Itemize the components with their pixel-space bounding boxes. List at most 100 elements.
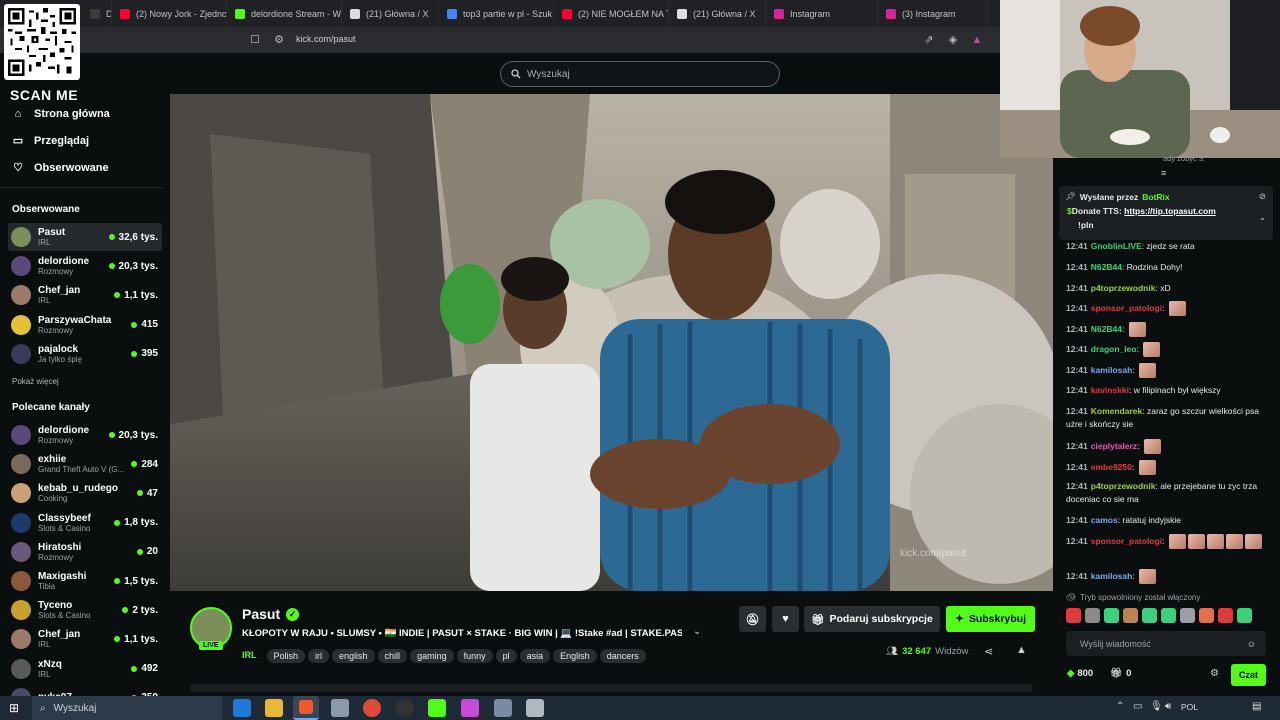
emote-icon[interactable] xyxy=(1199,608,1214,623)
channel-name[interactable]: Pasut xyxy=(242,606,280,622)
nav-following[interactable]: ♡ Obserwowane xyxy=(12,162,109,174)
emote-icon[interactable] xyxy=(1161,608,1176,623)
browser-tab[interactable]: (2) NIE MOGŁEM NA T xyxy=(554,0,669,27)
gifts-value[interactable]: 0 xyxy=(1126,668,1131,679)
message-user[interactable]: N62B44 xyxy=(1091,262,1122,272)
notifications-icon[interactable]: ▤ xyxy=(1252,701,1261,712)
emote-icon[interactable] xyxy=(1104,608,1119,623)
sidebar-channel[interactable]: xNzq IRL 492 xyxy=(8,655,162,683)
sidebar-channel[interactable]: delordione Rozmowy 20,3 tys. xyxy=(8,252,162,280)
emote-icon[interactable] xyxy=(1237,608,1252,623)
app-icon-2[interactable] xyxy=(461,699,479,717)
pinned-link[interactable]: https://tip.topasut.com xyxy=(1124,206,1216,216)
message-user[interactable]: cieplytalerz xyxy=(1091,441,1137,451)
browser-tab[interactable]: (21) Główna / X xyxy=(669,0,766,27)
message-user[interactable]: sponsor_patologi xyxy=(1091,536,1162,546)
send-chat-button[interactable]: Czat xyxy=(1231,664,1266,686)
nav-browse[interactable]: ▭ Przeglądaj xyxy=(12,135,89,147)
points-value[interactable]: 800 xyxy=(1077,668,1093,679)
stream-tag[interactable]: asia xyxy=(519,649,551,663)
pinned-by-user[interactable]: BotRix xyxy=(1142,192,1169,202)
sidebar-channel[interactable]: Chef_jan IRL 1,1 tys. xyxy=(8,625,162,653)
sidebar-channel[interactable]: Hiratoshi Rozmowy 20 xyxy=(8,538,162,566)
emote-icon[interactable] xyxy=(1123,608,1138,623)
app-icon-1[interactable] xyxy=(331,699,349,717)
stream-tag[interactable]: irl xyxy=(308,649,330,663)
message-user[interactable]: camos xyxy=(1091,515,1118,525)
nav-home[interactable]: ⌂ Strona główna xyxy=(12,108,110,120)
sidebar-channel[interactable]: ParszywaChata Rozmowy 415 xyxy=(8,311,162,339)
browser-tab[interactable]: (2) Nowy Jork - Zjedno xyxy=(112,0,227,27)
tray-chevron-icon[interactable]: ⌃ xyxy=(1116,701,1124,712)
stream-tag[interactable]: pl xyxy=(495,649,517,663)
browser-tab[interactable]: (3) Instagram xyxy=(878,0,988,27)
message-user[interactable]: kamilosah xyxy=(1091,365,1133,375)
stream-category[interactable]: IRL xyxy=(242,650,257,660)
settings-gear-icon[interactable]: ⚙ xyxy=(1210,668,1219,679)
message-user[interactable]: N62B44 xyxy=(1091,324,1122,334)
chat-input[interactable]: Wyślij wiadomość ☺ xyxy=(1066,631,1266,656)
url-text[interactable]: kick.com/pasut xyxy=(296,34,356,44)
address-bar[interactable]: ☐ ⚙ kick.com/pasut ⇗ ◈ ▲ xyxy=(0,27,1000,53)
chevron-down-icon[interactable]: ⌄ xyxy=(693,626,701,637)
report-icon[interactable]: ▲ xyxy=(1016,644,1027,656)
rewards-icon[interactable]: ▲ xyxy=(970,33,984,47)
unpin-icon[interactable]: ⊘ xyxy=(1259,191,1266,202)
folder-icon[interactable] xyxy=(265,699,283,717)
language-indicator[interactable]: POL xyxy=(1181,702,1198,712)
message-user[interactable]: p4toprzewodnik xyxy=(1091,481,1156,491)
gift-sub-button[interactable]: 🎁︎ Podaruj subskrypcje xyxy=(804,606,940,632)
windows-start-icon[interactable]: ⊞ xyxy=(9,701,19,715)
stream-tag[interactable]: chill xyxy=(377,649,408,663)
sidebar-channel[interactable]: Pasut IRL 32,6 tys. xyxy=(8,223,162,251)
message-user[interactable]: Komendarek xyxy=(1091,406,1143,416)
browser-tab[interactable]: (21) Główna / X xyxy=(342,0,439,27)
bookmark-icon[interactable]: ☐ xyxy=(248,33,262,47)
stream-tag[interactable]: Polish xyxy=(266,649,306,663)
notifications-button[interactable]: 🔕︎ xyxy=(739,606,766,632)
message-user[interactable]: GnoblinLIVE xyxy=(1091,241,1142,251)
brave-taskbar-icon[interactable] xyxy=(293,696,319,720)
obs-icon[interactable] xyxy=(396,699,414,717)
chevron-down-icon[interactable]: ⌄ xyxy=(1259,212,1266,223)
follow-button[interactable]: ♥ xyxy=(772,606,799,632)
brave-shield-icon[interactable]: ◈ xyxy=(946,33,960,47)
sidebar-channel[interactable]: Chef_jan IRL 1,1 tys. xyxy=(8,281,162,309)
message-user[interactable]: kavinskki xyxy=(1091,385,1129,395)
sidebar-channel[interactable]: pajalock Ja tylko śpię 395 xyxy=(8,340,162,368)
subscribe-button[interactable]: ✦ Subskrybuj xyxy=(946,606,1035,632)
sidebar-channel[interactable]: Maxigashi Tibia 1,5 tys. xyxy=(8,567,162,595)
taskbar-search[interactable]: ⌕ Wyszukaj xyxy=(32,696,222,720)
message-user[interactable]: dragon_leo xyxy=(1091,344,1137,354)
share-icon[interactable]: ⇗ xyxy=(922,33,936,47)
volume-icon[interactable]: 🔊︎ xyxy=(1165,701,1171,712)
emoji-icon[interactable]: ☺ xyxy=(1247,639,1256,649)
emote-icon[interactable] xyxy=(1066,608,1081,623)
browser-tab[interactable]: top3 partie w pl - Szuk xyxy=(439,0,554,27)
stream-tag[interactable]: English xyxy=(553,649,597,663)
video-player[interactable]: kick.com/pasut xyxy=(170,94,1053,591)
app-icon-3[interactable] xyxy=(494,699,512,717)
browser-tab[interactable]: Dash xyxy=(82,0,112,27)
stream-tag[interactable]: funny xyxy=(456,649,493,663)
chat-menu-icon[interactable]: ≡ xyxy=(1161,168,1166,178)
sidebar-channel[interactable]: kebab_u_rudego Cooking 47 xyxy=(8,479,162,507)
show-more-link[interactable]: Pokaż więcej xyxy=(12,377,59,386)
stream-tag[interactable]: dancers xyxy=(599,649,646,663)
share-icon[interactable]: ⋖ xyxy=(984,645,993,658)
sidebar-channel[interactable]: Tyceno Slots & Casino 2 tys. xyxy=(8,596,162,624)
kick-app-icon[interactable] xyxy=(428,699,446,717)
message-user[interactable]: p4toprzewodnik xyxy=(1091,283,1156,293)
stream-tag[interactable]: gaming xyxy=(410,649,454,663)
emote-icon[interactable] xyxy=(1218,608,1233,623)
sidebar-channel[interactable]: delordione Rozmowy 20,3 tys. xyxy=(8,421,162,449)
chrome-icon[interactable] xyxy=(363,699,381,717)
edge-icon[interactable] xyxy=(233,699,251,717)
emote-icon[interactable] xyxy=(1085,608,1100,623)
mic-icon[interactable]: 🎙︎ xyxy=(1150,701,1163,712)
emote-icon[interactable] xyxy=(1142,608,1157,623)
browser-tab[interactable]: Instagram xyxy=(766,0,878,27)
message-user[interactable]: embe9250 xyxy=(1091,462,1132,472)
site-info-icon[interactable]: ⚙ xyxy=(272,33,286,47)
stream-tag[interactable]: english xyxy=(332,649,375,663)
